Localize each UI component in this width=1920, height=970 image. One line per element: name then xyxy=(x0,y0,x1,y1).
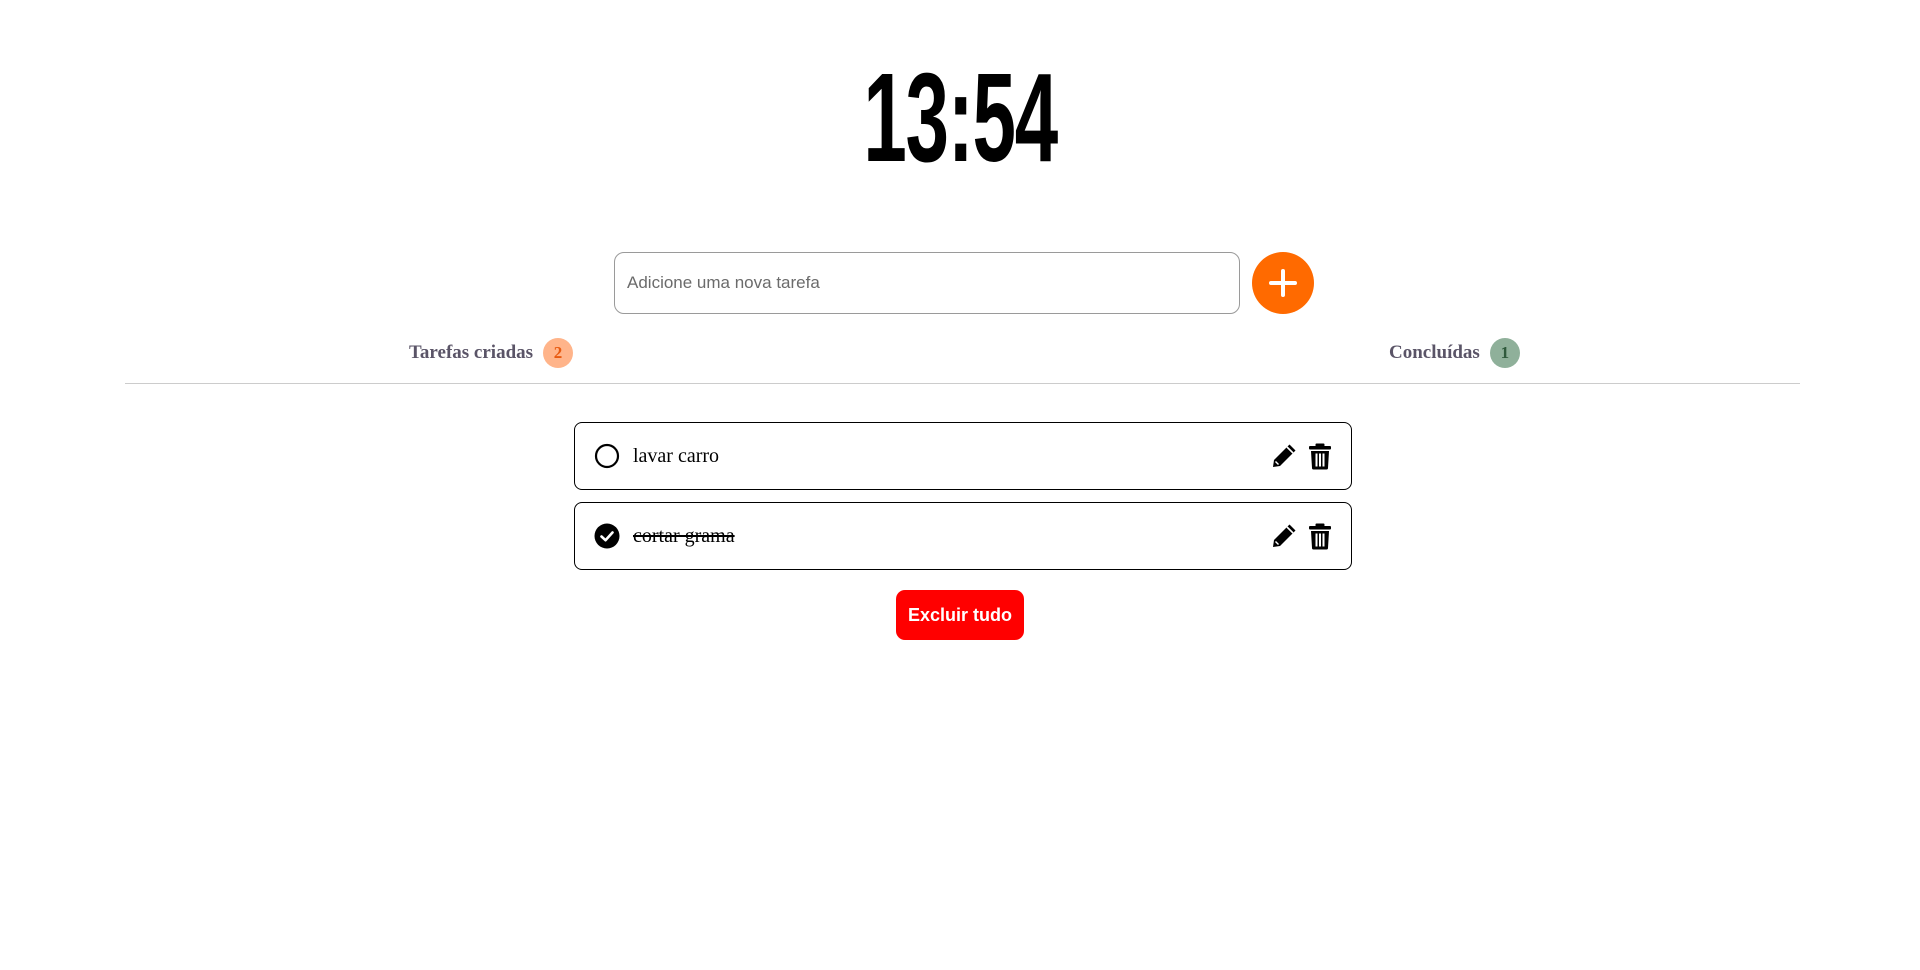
pencil-icon[interactable] xyxy=(1269,441,1299,471)
task-list: lavar carro cortar grama xyxy=(574,422,1352,582)
done-counter: Concluídas 1 xyxy=(1389,338,1520,368)
clock-display: 13:54 xyxy=(0,52,1920,184)
divider xyxy=(125,383,1800,384)
done-label: Concluídas xyxy=(1389,342,1480,363)
done-count-badge: 1 xyxy=(1489,338,1520,368)
clock-time: 13:54 xyxy=(863,47,1058,188)
add-task-button[interactable] xyxy=(1252,252,1314,314)
plus-icon xyxy=(1269,269,1297,297)
task-counters: Tarefas criadas 2 Concluídas 1 xyxy=(0,338,1920,372)
clear-all-button[interactable]: Excluir tudo xyxy=(895,590,1024,640)
created-counter: Tarefas criadas 2 xyxy=(409,338,574,368)
created-label: Tarefas criadas xyxy=(409,342,534,363)
task-item: lavar carro xyxy=(574,422,1352,490)
clear-all-wrapper: Excluir tudo xyxy=(0,590,1920,640)
circle-icon[interactable] xyxy=(594,443,620,469)
trash-icon[interactable] xyxy=(1305,521,1335,551)
task-text: cortar grama xyxy=(633,525,735,547)
created-count-badge: 2 xyxy=(543,338,574,368)
task-item: cortar grama xyxy=(574,502,1352,570)
pencil-icon[interactable] xyxy=(1269,521,1299,551)
add-task-form xyxy=(614,252,1324,316)
checked-circle-icon[interactable] xyxy=(594,523,620,549)
new-task-input[interactable] xyxy=(614,252,1240,314)
task-text: lavar carro xyxy=(633,445,720,467)
todo-app: 13:54 Tarefas criadas 2 Concluídas 1 xyxy=(0,0,1920,970)
trash-icon[interactable] xyxy=(1305,441,1335,471)
